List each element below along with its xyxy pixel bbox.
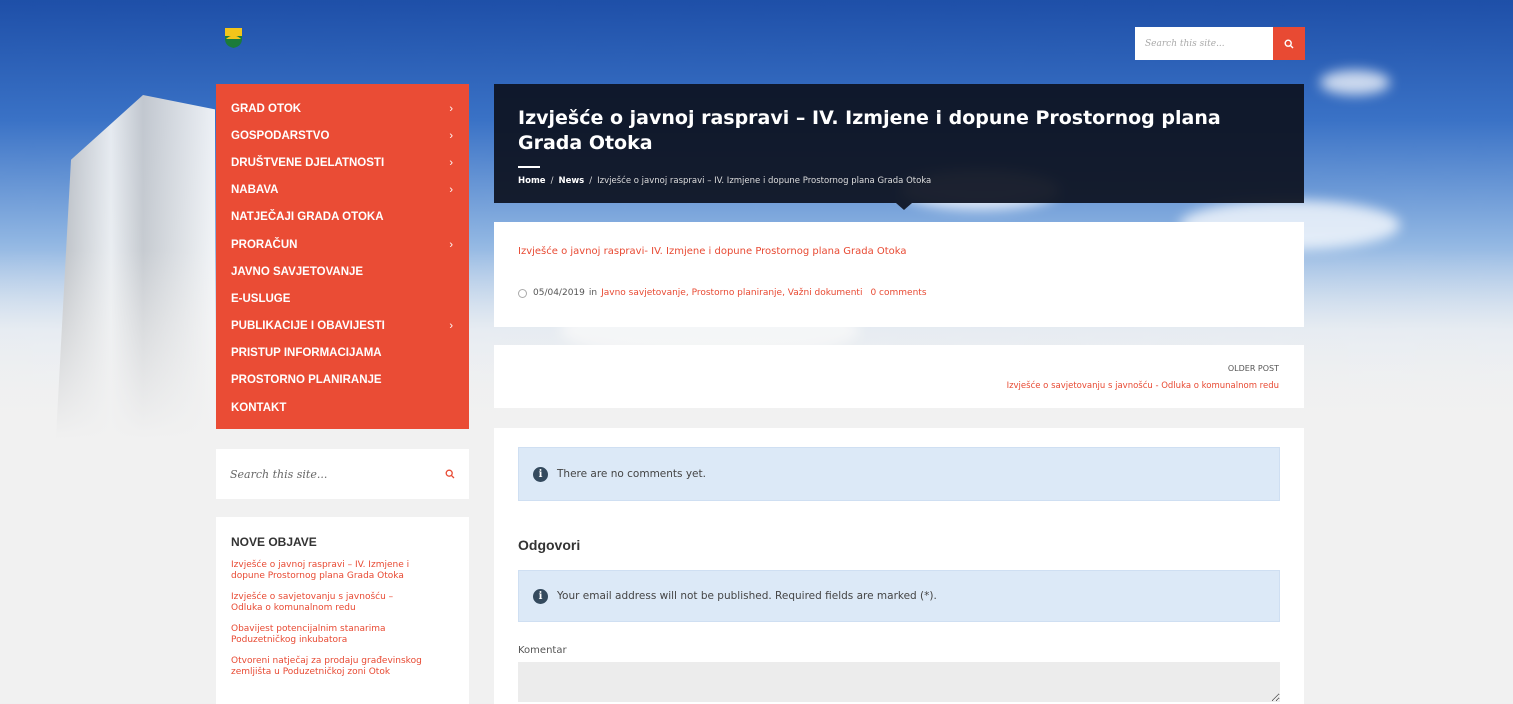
comment-textarea[interactable] — [518, 662, 1280, 702]
nav-item-e-usluge[interactable]: E-USLUGE — [216, 285, 469, 312]
comments-section: i There are no comments yet. Odgovori i … — [494, 428, 1304, 704]
recent-posts-title: NOVE OBJAVE — [231, 535, 317, 549]
page-header: Izvješće o javnoj raspravi – IV. Izmjene… — [494, 84, 1304, 210]
comment-label: Komentar — [518, 645, 567, 656]
search-icon[interactable] — [445, 469, 455, 479]
post-navigation: OLDER POST Izvješće o savjetovanju s jav… — [494, 345, 1304, 408]
reply-title: Odgovori — [518, 537, 581, 553]
breadcrumb-news[interactable]: News — [558, 176, 584, 186]
breadcrumb-separator: / — [550, 176, 554, 186]
sidebar-search — [216, 449, 469, 499]
recent-post-link[interactable]: Izvješće o javnoj raspravi – IV. Izmjene… — [231, 560, 426, 582]
nav-item-kontakt[interactable]: KONTAKT — [216, 394, 469, 421]
nav-item-pristup-informacijama[interactable]: PRISTUP INFORMACIJAMA — [216, 340, 469, 367]
recent-post-link[interactable]: Otvoreni natječaj za prodaju građevinsko… — [231, 656, 426, 678]
post-date: 05/04/2019 — [533, 288, 585, 298]
info-icon: i — [533, 466, 548, 482]
post-categories[interactable]: Javno savjetovanje, Prostorno planiranje… — [601, 288, 862, 298]
chevron-right-icon: › — [449, 184, 453, 197]
chevron-right-icon: › — [449, 129, 453, 142]
nav-item-drustvene-djelatnosti[interactable]: DRUŠTVENE DJELATNOSTI › — [216, 149, 469, 176]
email-notice-text: Your email address will not be published… — [557, 590, 937, 602]
recent-post-link[interactable]: Izvješće o savjetovanju s javnošću – Odl… — [231, 592, 426, 614]
search-icon — [1284, 38, 1294, 48]
coat-of-arms-icon[interactable] — [224, 27, 243, 49]
chevron-right-icon: › — [449, 102, 453, 115]
chevron-right-icon: › — [449, 238, 453, 251]
chevron-right-icon: › — [449, 320, 453, 333]
breadcrumb-separator: / — [589, 176, 593, 186]
chevron-right-icon: › — [449, 156, 453, 169]
recent-post-link[interactable]: Obavijest potencijalnim stanarima Poduze… — [231, 624, 426, 646]
main-navigation: GRAD OTOK › GOSPODARSTVO › DRUŠTVENE DJELA… — [216, 84, 469, 429]
clock-icon — [518, 288, 527, 298]
nav-item-grad-otok[interactable]: GRAD OTOK › — [216, 95, 469, 122]
header-notch — [896, 203, 912, 210]
nav-item-javno-savjetovanje[interactable]: JAVNO SAVJETOVANJE — [216, 258, 469, 285]
email-notice: i Your email address will not be publish… — [518, 570, 1280, 622]
nav-item-nabava[interactable]: NABAVA › — [216, 177, 469, 204]
header-search-button[interactable] — [1273, 27, 1305, 60]
sidebar-search-input[interactable] — [230, 467, 430, 481]
nav-item-prostorno-planiranje[interactable]: PROSTORNO PLANIRANJE — [216, 367, 469, 394]
nav-item-gospodarstvo[interactable]: GOSPODARSTVO › — [216, 122, 469, 149]
post-card: Izvješće o javnoj raspravi- IV. Izmjene … — [494, 222, 1304, 327]
breadcrumb-home[interactable]: Home — [518, 176, 546, 186]
breadcrumb: Home / News / Izvješće o javnoj raspravi… — [518, 176, 1280, 186]
older-post-link[interactable]: Izvješće o savjetovanju s javnošću - Odl… — [1007, 381, 1279, 391]
title-underline — [518, 166, 540, 168]
post-comments-link[interactable]: 0 comments — [870, 288, 926, 298]
page-title: Izvješće o javnoj raspravi – IV. Izmjene… — [518, 107, 1221, 154]
info-icon: i — [533, 588, 548, 604]
post-link[interactable]: Izvješće o javnoj raspravi- IV. Izmjene … — [518, 246, 1280, 257]
breadcrumb-current: Izvješće o javnoj raspravi – IV. Izmjene… — [597, 176, 932, 186]
older-post-label: OLDER POST — [1227, 364, 1279, 373]
recent-posts-widget: NOVE OBJAVE Izvješće o javnoj raspravi –… — [216, 517, 469, 704]
header-search — [1135, 27, 1305, 60]
nav-item-publikacije[interactable]: PUBLIKACIJE I OBAVIJESTI › — [216, 313, 469, 340]
post-meta: 05/04/2019 in Javno savjetovanje, Prosto… — [518, 288, 1280, 298]
no-comments-notice: i There are no comments yet. — [518, 447, 1280, 501]
nav-item-proracun[interactable]: PRORAČUN › — [216, 231, 469, 258]
nav-item-natjecaji[interactable]: NATJEČAJI GRADA OTOKA — [216, 204, 469, 231]
no-comments-text: There are no comments yet. — [557, 468, 706, 480]
post-in: in — [588, 288, 598, 298]
header-search-input[interactable] — [1135, 27, 1273, 60]
